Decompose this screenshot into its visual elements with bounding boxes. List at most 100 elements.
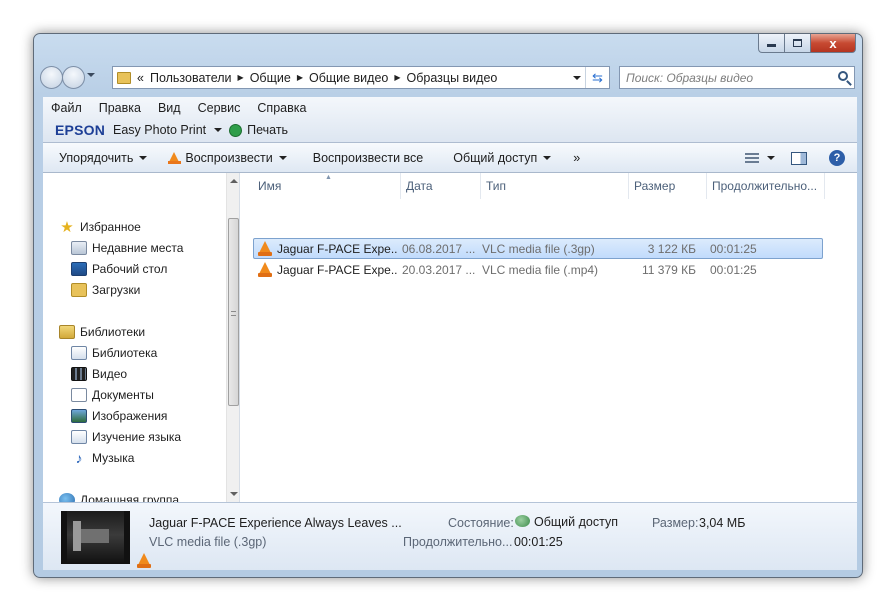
- breadcrumb-separator[interactable]: ▶: [394, 73, 400, 82]
- chevron-down-icon: [139, 155, 148, 160]
- share-icon: [515, 515, 530, 527]
- play-label: Воспроизвести: [185, 150, 273, 165]
- library-icon: [71, 430, 87, 444]
- nav-recent-places[interactable]: Недавние места: [71, 238, 183, 258]
- close-icon: x: [829, 35, 837, 51]
- nav-downloads[interactable]: Загрузки: [71, 280, 140, 300]
- minimize-icon: [767, 44, 776, 47]
- column-name[interactable]: Имя: [253, 173, 401, 199]
- menu-help[interactable]: Справка: [257, 101, 306, 115]
- command-bar: Упорядочить Воспроизвести Воспроизвести …: [43, 143, 857, 173]
- minimize-button[interactable]: [758, 34, 785, 53]
- table-row[interactable]: Jaguar F-PACE Expe... 20.03.2017 ... VLC…: [253, 259, 823, 280]
- help-icon[interactable]: ?: [829, 150, 845, 166]
- table-row[interactable]: Jaguar F-PACE Expe... 06.08.2017 ... VLC…: [253, 238, 823, 259]
- navigation-pane: ★ Избранное Недавние места Рабочий стол …: [43, 173, 240, 502]
- menu-area: Файл Правка Вид Сервис Справка EPSON Eas…: [43, 97, 857, 143]
- breadcrumb-separator[interactable]: ▶: [297, 73, 303, 82]
- window-controls: x: [758, 34, 856, 53]
- play-all-button[interactable]: Воспроизвести все: [313, 151, 424, 165]
- search-icon[interactable]: [838, 71, 848, 81]
- epson-app-button[interactable]: Easy Photo Print: [113, 123, 206, 137]
- breadcrumb-sample-videos[interactable]: Образцы видео: [407, 71, 498, 85]
- nav-music[interactable]: ♪ Музыка: [71, 448, 135, 468]
- column-date[interactable]: Дата: [401, 173, 481, 199]
- scrollbar-thumb[interactable]: [228, 218, 239, 406]
- nav-libraries[interactable]: Библиотеки: [59, 322, 145, 342]
- vlc-icon: [168, 151, 182, 164]
- more-label: »: [573, 150, 581, 165]
- main-area: ★ Избранное Недавние места Рабочий стол …: [43, 173, 857, 502]
- address-dropdown[interactable]: [573, 76, 581, 80]
- chevron-down-icon: [278, 155, 287, 160]
- downloads-icon: [71, 283, 87, 297]
- address-bar[interactable]: « Пользователи ▶ Общие ▶ Общие видео ▶ О…: [112, 66, 610, 89]
- navigation-row: « Пользователи ▶ Общие ▶ Общие видео ▶ О…: [40, 65, 856, 91]
- details-size-label: Размер:: [652, 516, 699, 530]
- vlc-icon: [258, 262, 272, 277]
- print-icon: [229, 123, 243, 137]
- homegroup-icon: [59, 493, 75, 502]
- nav-documents[interactable]: Документы: [71, 385, 154, 405]
- details-size-value: 3,04 МБ: [699, 516, 746, 530]
- nav-video[interactable]: Видео: [71, 364, 127, 384]
- nav-images[interactable]: Изображения: [71, 406, 167, 426]
- breadcrumb-public-videos[interactable]: Общие видео: [309, 71, 388, 85]
- column-size[interactable]: Размер: [629, 173, 707, 199]
- scroll-up-icon[interactable]: [230, 179, 238, 183]
- file-list: ▲ Имя Дата Тип Размер Продолжительно... …: [246, 173, 857, 502]
- library-icon: [71, 346, 87, 360]
- print-button[interactable]: Печать: [247, 123, 288, 137]
- share-button[interactable]: Общий доступ: [453, 150, 552, 165]
- more-commands-button[interactable]: »: [573, 151, 580, 165]
- breadcrumb-separator[interactable]: ▶: [238, 73, 244, 82]
- chevron-down-icon[interactable]: [214, 128, 223, 132]
- nav-favorites[interactable]: ★ Избранное: [59, 217, 141, 237]
- maximize-icon: [793, 39, 802, 47]
- nav-scrollbar[interactable]: [226, 173, 239, 502]
- play-button[interactable]: Воспроизвести: [168, 150, 287, 165]
- documents-icon: [71, 388, 87, 402]
- view-options-icon[interactable]: [745, 153, 759, 163]
- search-placeholder: Поиск: Образцы видео: [626, 70, 754, 85]
- music-icon: ♪: [75, 450, 83, 466]
- chevron-down-icon[interactable]: [767, 156, 775, 160]
- nav-language-learning[interactable]: Изучение языка: [71, 427, 181, 447]
- forward-button[interactable]: [62, 66, 85, 89]
- epson-logo: EPSON: [55, 122, 106, 138]
- preview-pane-icon[interactable]: [791, 151, 807, 165]
- details-state-value: Общий доступ: [515, 515, 618, 529]
- maximize-button[interactable]: [785, 34, 811, 53]
- organize-button[interactable]: Упорядочить: [59, 150, 148, 165]
- back-button[interactable]: [40, 66, 63, 89]
- folder-icon: [117, 71, 131, 84]
- nav-desktop[interactable]: Рабочий стол: [71, 259, 167, 279]
- menu-view[interactable]: Вид: [158, 101, 181, 115]
- images-icon: [71, 409, 87, 423]
- video-icon: [71, 367, 87, 381]
- menu-file[interactable]: Файл: [51, 101, 82, 115]
- close-button[interactable]: x: [811, 34, 856, 53]
- desktop-icon: [71, 262, 87, 276]
- details-title: Jaguar F-PACE Experience Always Leaves .…: [149, 516, 402, 530]
- address-prefix[interactable]: «: [137, 71, 144, 85]
- column-headers: ▲ Имя Дата Тип Размер Продолжительно...: [246, 173, 857, 199]
- column-type[interactable]: Тип: [481, 173, 629, 199]
- recent-pages-dropdown[interactable]: [87, 73, 95, 77]
- breadcrumb-public[interactable]: Общие: [250, 71, 291, 85]
- menu-tools[interactable]: Сервис: [198, 101, 241, 115]
- refresh-icon[interactable]: ⇆: [585, 67, 609, 88]
- star-icon: ★: [60, 219, 74, 236]
- nav-library[interactable]: Библиотека: [71, 343, 157, 363]
- nav-homegroup[interactable]: Домашняя группа: [59, 490, 179, 502]
- details-type: VLC media file (.3gp): [149, 535, 267, 549]
- share-label: Общий доступ: [453, 150, 538, 165]
- details-state-label: Состояние:: [448, 516, 514, 530]
- breadcrumb-users[interactable]: Пользователи: [150, 71, 232, 85]
- column-duration[interactable]: Продолжительно...: [707, 173, 825, 199]
- scroll-down-icon[interactable]: [230, 492, 238, 496]
- organize-label: Упорядочить: [59, 150, 134, 165]
- search-input[interactable]: Поиск: Образцы видео: [619, 66, 855, 89]
- video-thumbnail: [61, 511, 151, 568]
- menu-edit[interactable]: Правка: [99, 101, 141, 115]
